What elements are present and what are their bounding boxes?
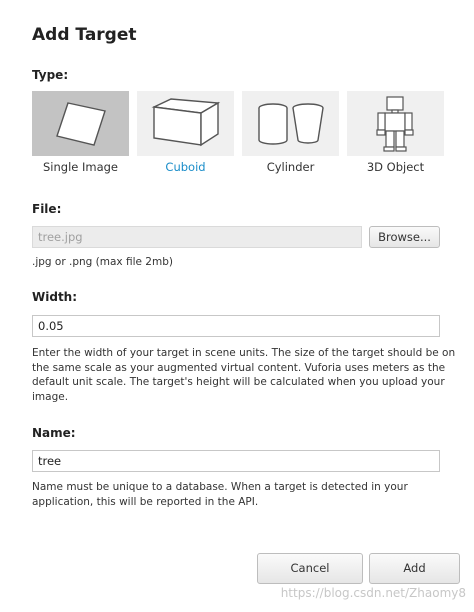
name-label: Name: (32, 426, 76, 440)
browse-button[interactable]: Browse... (369, 226, 440, 248)
file-hint: .jpg or .png (max file 2mb) (32, 256, 173, 268)
cancel-button[interactable]: Cancel (257, 553, 363, 584)
type-option-cylinder[interactable] (242, 91, 339, 156)
dialog-title: Add Target (32, 25, 137, 45)
name-input[interactable]: tree (32, 450, 440, 472)
type-option-single-image[interactable] (32, 91, 129, 156)
type-option-3d-object[interactable] (347, 91, 444, 156)
name-help-text: Name must be unique to a database. When … (32, 481, 408, 508)
width-label: Width: (32, 290, 78, 304)
cylinder-icon (258, 103, 324, 145)
type-label-3d-object: 3D Object (366, 160, 425, 174)
type-label-cuboid[interactable]: Cuboid (135, 160, 236, 174)
file-label: File: (32, 202, 62, 216)
watermark: https://blog.csdn.net/Zhaomy8 (280, 586, 466, 600)
width-help-text: Enter the width of your target in scene … (32, 347, 456, 403)
type-label-single-image: Single Image (42, 160, 119, 174)
type-label: Type: (32, 68, 69, 82)
type-option-cuboid[interactable] (137, 91, 234, 156)
type-label-cylinder: Cylinder (266, 160, 315, 174)
single-image-icon (56, 102, 106, 146)
file-path-input: tree.jpg (32, 226, 362, 248)
width-input[interactable]: 0.05 (32, 315, 440, 337)
cuboid-icon (151, 98, 221, 147)
3d-object-icon (376, 96, 414, 152)
add-button[interactable]: Add (369, 553, 460, 584)
